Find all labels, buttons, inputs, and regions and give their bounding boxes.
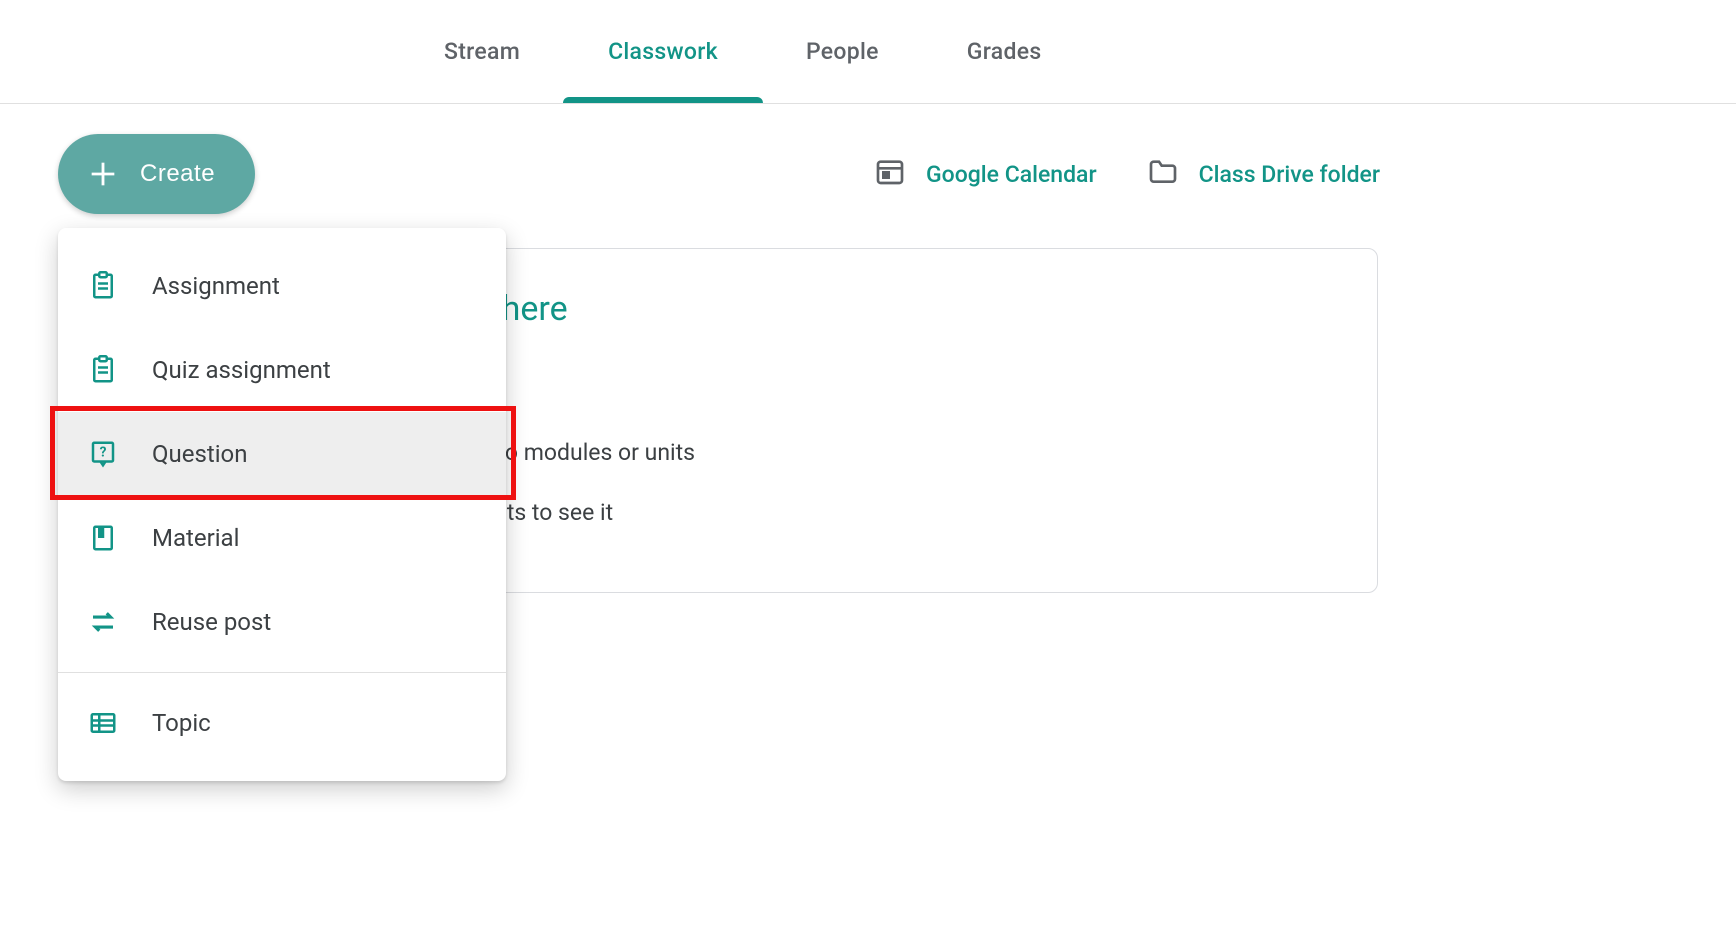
- folder-icon: [1147, 155, 1179, 193]
- dropdown-item-quiz-assignment[interactable]: Quiz assignment: [58, 328, 506, 412]
- dropdown-item-material[interactable]: Material: [58, 496, 506, 580]
- dropdown-item-label: Question: [152, 440, 247, 468]
- dropdown-item-label: Reuse post: [152, 608, 271, 636]
- class-drive-folder-link[interactable]: Class Drive folder: [1147, 155, 1380, 193]
- calendar-link-label: Google Calendar: [926, 161, 1097, 188]
- calendar-icon: [874, 155, 906, 193]
- google-calendar-link[interactable]: Google Calendar: [874, 155, 1097, 193]
- dropdown-item-topic[interactable]: Topic: [58, 681, 506, 765]
- topic-icon: [88, 708, 118, 738]
- quiz-assignment-icon: [88, 355, 118, 385]
- svg-text:?: ?: [100, 445, 107, 461]
- create-button-label: Create: [140, 160, 215, 188]
- dropdown-item-assignment[interactable]: Assignment: [58, 244, 506, 328]
- dropdown-item-reuse-post[interactable]: Reuse post: [58, 580, 506, 664]
- dropdown-divider: [58, 672, 506, 673]
- create-dropdown: Assignment Quiz assignment ? Question Ma…: [58, 228, 506, 781]
- tab-stream[interactable]: Stream: [400, 0, 564, 103]
- toolbar: Create Google Calendar Class Drive folde…: [0, 104, 1380, 244]
- question-icon: ?: [88, 439, 118, 469]
- assignment-icon: [88, 271, 118, 301]
- dropdown-item-label: Assignment: [152, 272, 280, 300]
- dropdown-item-question[interactable]: ? Question: [58, 412, 506, 496]
- plus-icon: [86, 157, 120, 191]
- dropdown-item-label: Topic: [152, 709, 211, 737]
- dropdown-item-label: Quiz assignment: [152, 356, 331, 384]
- create-button[interactable]: Create: [58, 134, 255, 214]
- drive-link-label: Class Drive folder: [1199, 161, 1380, 188]
- dropdown-item-label: Material: [152, 524, 239, 552]
- tab-classwork[interactable]: Classwork: [564, 0, 762, 103]
- toolbar-links: Google Calendar Class Drive folder: [874, 155, 1380, 193]
- material-icon: [88, 523, 118, 553]
- tab-people[interactable]: People: [762, 0, 923, 103]
- tab-bar: Stream Classwork People Grades: [0, 0, 1736, 104]
- reuse-post-icon: [88, 607, 118, 637]
- tab-grades[interactable]: Grades: [923, 0, 1086, 103]
